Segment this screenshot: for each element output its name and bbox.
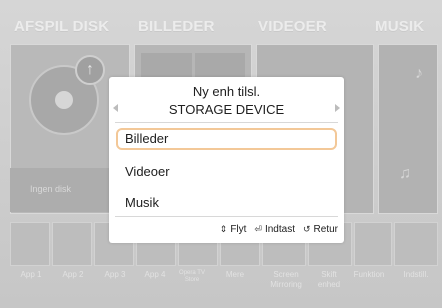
app-label: App 4 bbox=[144, 270, 166, 279]
app-label: App 2 bbox=[62, 270, 84, 279]
app-label: Screen Mirroring bbox=[270, 270, 302, 289]
dialog-subtitle: STORAGE DEVICE bbox=[168, 102, 285, 117]
category-music[interactable]: MUSIK bbox=[375, 18, 424, 35]
disc-hole bbox=[55, 91, 73, 109]
app-label: App 1 bbox=[20, 270, 42, 279]
app-tile-settings[interactable] bbox=[394, 222, 438, 266]
hint-label: Flyt bbox=[230, 223, 247, 235]
app-tile-function[interactable] bbox=[354, 222, 392, 266]
new-device-dialog: Ny enh tilsl. STORAGE DEVICE Billeder Vi… bbox=[109, 77, 344, 243]
app-label: Opera TV Store bbox=[179, 270, 205, 283]
menu-item-pictures[interactable]: Billeder bbox=[116, 128, 337, 150]
music-note-icon: ♫ bbox=[399, 165, 411, 182]
hint-label: Indtast bbox=[264, 223, 295, 235]
app-tile-1[interactable] bbox=[10, 222, 50, 266]
app-labels: App 1 App 2 App 3 App 4 Opera TV Store M… bbox=[0, 270, 442, 298]
hint-move: ⇕ Flyt bbox=[220, 224, 247, 235]
dialog-title: Ny enh tilsl. bbox=[192, 84, 261, 99]
enter-icon: ⏎ bbox=[254, 223, 262, 234]
divider bbox=[115, 216, 338, 217]
updown-icon: ⇕ bbox=[219, 223, 228, 234]
divider bbox=[115, 122, 338, 123]
category-bar: AFSPIL DISK BILLEDER VIDEOER MUSIK bbox=[0, 18, 442, 40]
menu-item-music[interactable]: Musik bbox=[116, 192, 337, 214]
home-screen: AFSPIL DISK BILLEDER VIDEOER MUSIK ↑ Ing… bbox=[0, 0, 442, 308]
hint-enter: ⏎ Indtast bbox=[254, 224, 295, 235]
key-hints: ⇕ Flyt ⏎ Indtast ↺ Retur bbox=[220, 222, 338, 236]
return-icon: ↺ bbox=[303, 223, 311, 234]
hint-label: Retur bbox=[313, 223, 338, 235]
no-disk-label: Ingen disk bbox=[30, 184, 72, 194]
music-note-icon: ♪ bbox=[415, 65, 423, 82]
music-panel[interactable]: ♪ ♫ bbox=[378, 44, 438, 214]
app-label: Skift enhed bbox=[317, 270, 341, 289]
app-label: Funktion bbox=[353, 270, 385, 279]
app-label: Indstill. bbox=[403, 270, 429, 279]
hint-return: ↺ Retur bbox=[303, 224, 338, 235]
app-label: App 3 bbox=[104, 270, 126, 279]
app-tile-2[interactable] bbox=[52, 222, 92, 266]
category-pictures[interactable]: BILLEDER bbox=[138, 18, 215, 35]
eject-arrow-icon: ↑ bbox=[75, 55, 105, 85]
category-videos[interactable]: VIDEOER bbox=[258, 18, 327, 35]
menu-item-videos[interactable]: Videoer bbox=[116, 161, 337, 183]
app-label: Mere bbox=[225, 270, 245, 279]
category-play-disk[interactable]: AFSPIL DISK bbox=[14, 18, 109, 35]
